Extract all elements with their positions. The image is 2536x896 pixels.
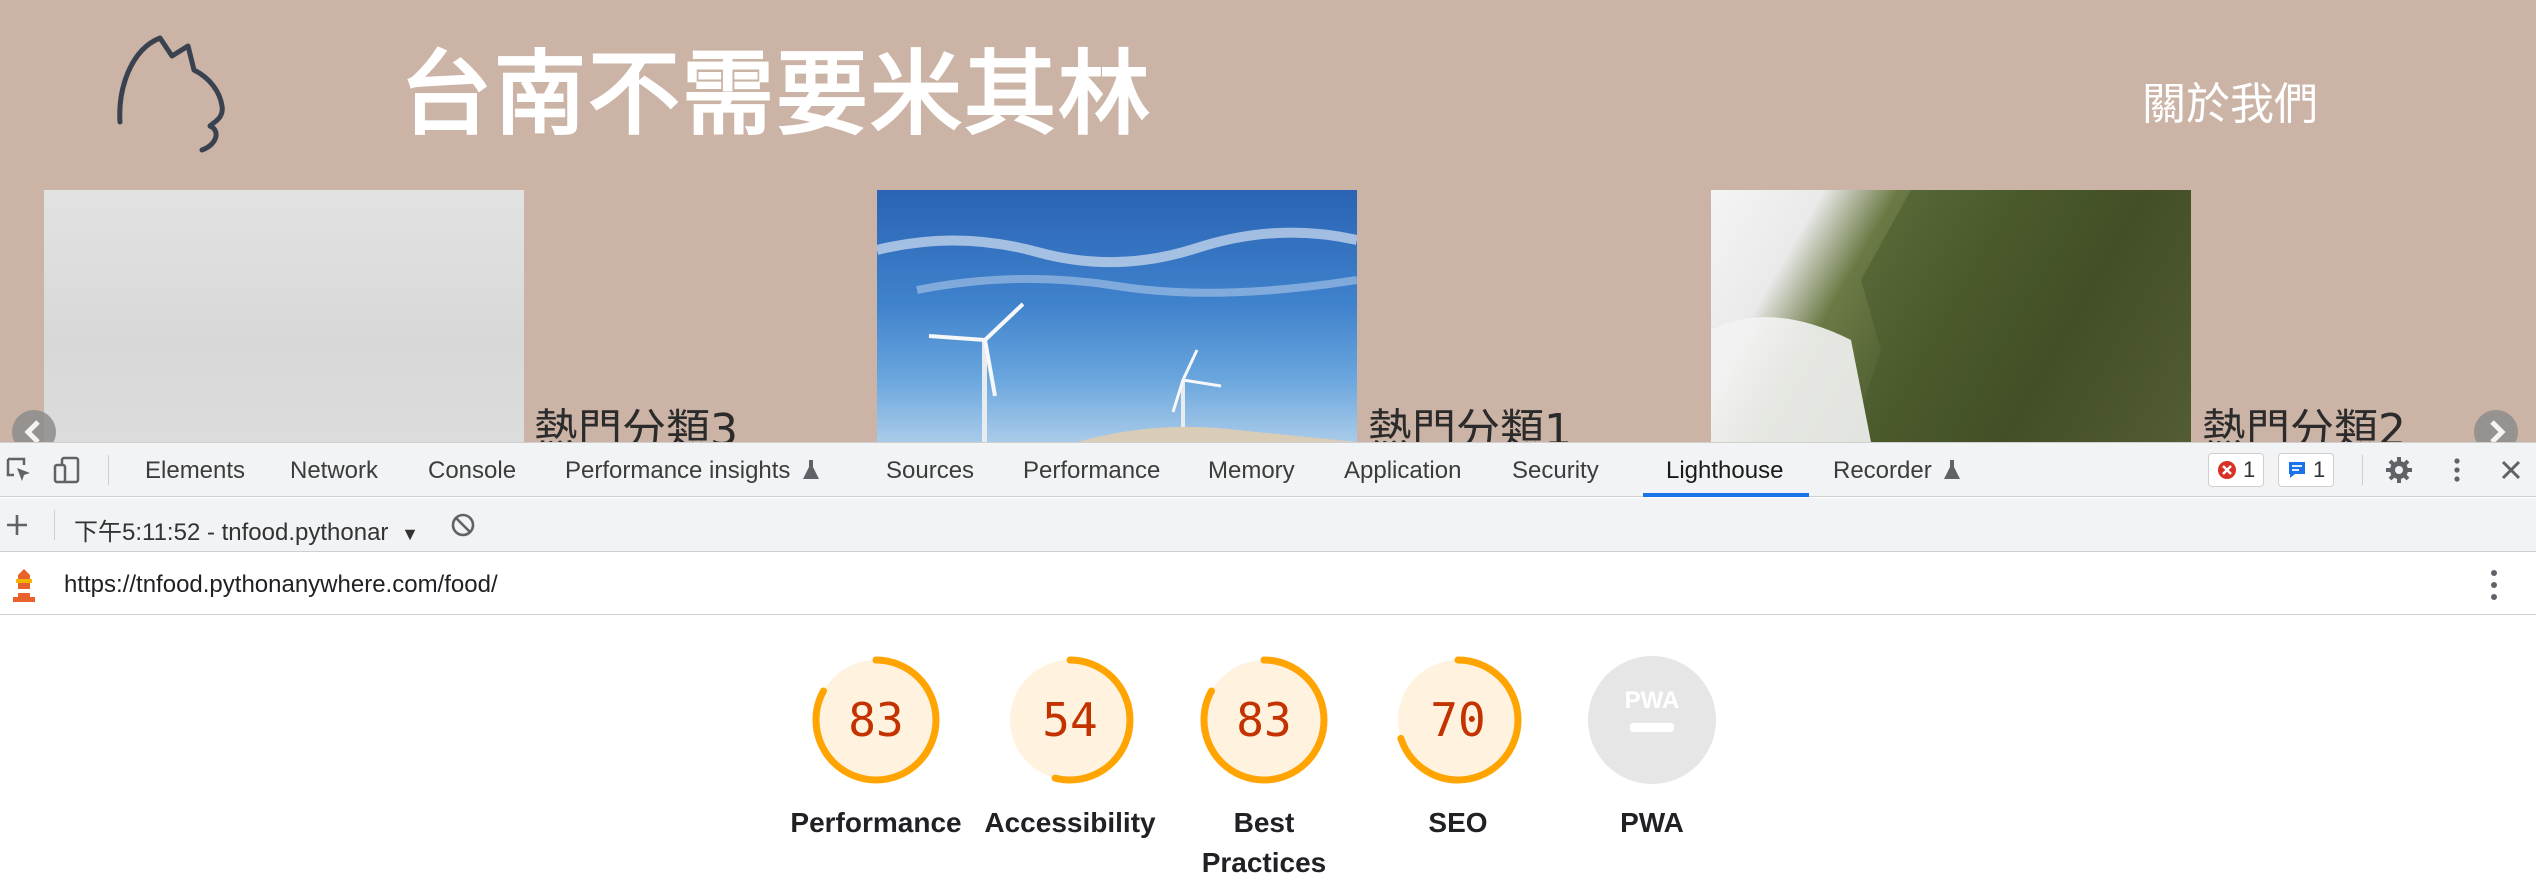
device-toolbar-icon[interactable] [52,455,82,485]
wind-turbines-illustration [877,227,1357,442]
report-url-bar: https://tnfood.pythonanywhere.com/food/ [0,553,2536,615]
chevron-right-icon [2490,420,2506,442]
tab-security[interactable]: Security [1512,457,1599,485]
message-counter-badge[interactable]: 1 [2278,453,2335,487]
inspect-element-icon[interactable] [4,455,34,485]
gauge-seo[interactable]: 70 [1393,655,1523,785]
gauge-score: 83 [848,693,903,747]
error-count: 1 [2243,457,2256,482]
gauge-label: Best Practices [1201,807,1327,878]
report-url[interactable]: https://tnfood.pythonanywhere.com/food/ [64,571,498,599]
tab-console[interactable]: Console [428,457,516,485]
tab-recorder[interactable]: Recorder [1833,457,1962,485]
gauge-performance[interactable]: 83 [811,655,941,785]
cliff-illustration [1711,190,2191,442]
gauge-score: 54 [1042,693,1097,747]
active-tab-indicator [1643,493,1809,497]
pwa-dash-icon [1630,723,1674,732]
plus-icon[interactable] [2,510,32,540]
tab-elements[interactable]: Elements [145,457,245,485]
tab-network[interactable]: Network [290,457,378,485]
chevron-left-icon [24,420,40,442]
gauge-score: 83 [1236,693,1291,747]
more-options-icon[interactable] [2484,567,2504,603]
gauge-score: 70 [1430,693,1485,747]
tab-label: Performance insights [565,457,791,484]
experimental-flask-icon [1944,460,1961,479]
error-icon [2218,461,2236,479]
gauge-accessibility[interactable]: 54 [1005,655,1135,785]
tab-sources[interactable]: Sources [886,457,974,485]
clear-reports-icon[interactable] [448,510,478,540]
tab-memory[interactable]: Memory [1208,457,1295,485]
dropdown-arrow-icon: ▼ [401,524,419,544]
message-icon [2289,462,2305,478]
close-icon[interactable] [2496,455,2526,485]
gauge-best-practices[interactable]: 83 [1199,655,1329,785]
more-options-icon[interactable] [2442,455,2472,485]
tab-lighthouse[interactable]: Lighthouse [1666,457,1783,485]
devtools-panel: Elements Network Console Performance ins… [0,442,2536,896]
gauge-label: Accessibility [984,807,1156,838]
card-label[interactable]: 熱門分類2 [2202,394,2406,442]
lighthouse-toolbar: 下午5:11:52 - tnfood.pythonar ▼ [0,498,2536,552]
site-title: 台南不需要米其林 [400,41,1153,148]
tab-performance-insights[interactable]: Performance insights [565,457,821,485]
report-selector[interactable]: 下午5:11:52 - tnfood.pythonar ▼ [74,512,419,547]
cat-logo-icon[interactable] [110,30,240,160]
website-viewport: 台南不需要米其林 關於我們 熱門分類3 熱門分類1 熱門分類2 [0,0,2536,442]
gauge-label: PWA [1620,807,1684,838]
gauge-pwa[interactable]: PWA [1587,655,1717,785]
card-image-wind-turbines[interactable] [877,190,1357,442]
about-us-link[interactable]: 關於我們 [2142,68,2318,132]
message-count: 1 [2313,457,2326,482]
card-label[interactable]: 熱門分類3 [534,394,738,442]
carousel-next-button[interactable] [2474,410,2518,442]
devtools-tab-bar: Elements Network Console Performance ins… [0,443,2536,497]
gauge-label: SEO [1428,807,1488,838]
lighthouse-icon [13,569,35,602]
tab-label: Recorder [1833,457,1932,484]
tab-application[interactable]: Application [1344,457,1461,485]
card-label[interactable]: 熱門分類1 [1368,394,1572,442]
tab-performance[interactable]: Performance [1023,457,1160,485]
gear-icon[interactable] [2384,455,2414,485]
toolbar-divider [108,455,109,485]
error-counter-badge[interactable]: 1 [2208,453,2265,487]
card-image-foggy[interactable] [44,190,524,442]
gauge-label: Performance [790,807,962,838]
pwa-badge-icon: PWA [1625,687,1680,714]
card-image-cliff[interactable] [1711,190,2191,442]
report-selector-value: 下午5:11:52 - tnfood.pythonar [74,519,389,546]
toolbar-divider [2362,455,2363,485]
toolbar-divider [54,510,55,540]
experimental-flask-icon [803,460,820,479]
